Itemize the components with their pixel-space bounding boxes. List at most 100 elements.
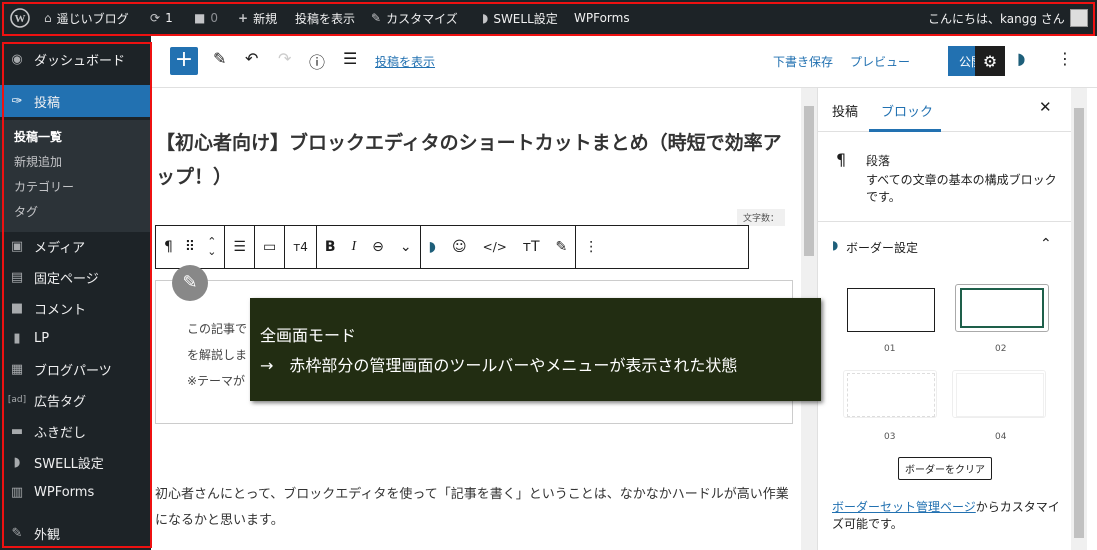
swell-bird-icon[interactable]: ◗ xyxy=(1017,49,1025,68)
preview-button[interactable]: プレビュー xyxy=(850,53,910,70)
plus-icon: + xyxy=(238,11,249,25)
paragraph-icon[interactable]: ¶ xyxy=(156,239,181,255)
redo-icon[interactable]: ↷ xyxy=(278,49,291,68)
sidebar-item-posts[interactable]: ✑ 投稿 xyxy=(0,85,151,117)
ad-tag-icon: [ad] xyxy=(7,395,27,405)
block-toolbar: ¶ ⠿ ⌃ ⌄ ☰ ▭ ᴛ4 B I ⊖ ⌄ ◗ ☺ </> тT ✎ ⋮ xyxy=(155,225,749,269)
block-name: 段落 xyxy=(866,154,891,168)
balloon-icon: ▬ xyxy=(10,423,24,439)
border-preset-01[interactable] xyxy=(847,288,935,332)
sidebar-item-wpforms[interactable]: ▥ WPForms xyxy=(0,477,151,507)
overlay-line-1: 全画面モード xyxy=(260,326,357,345)
border-preset-label: 03 xyxy=(884,432,896,442)
submenu-add-new[interactable]: 新規追加 xyxy=(14,153,62,170)
emoji-icon[interactable]: ☺ xyxy=(444,239,475,255)
sidebar-item-comments[interactable]: ■ コメント xyxy=(0,293,151,323)
border-preset-04[interactable] xyxy=(952,370,1046,418)
wpforms-icon: ▥ xyxy=(10,484,24,500)
overlay-line-2: → 赤枠部分の管理画面のツールバーやメニューが表示された状態 xyxy=(260,356,738,375)
sidebar-item-swell-settings[interactable]: ◗ SWELL設定 xyxy=(0,447,151,477)
settings-scrollbar[interactable] xyxy=(1071,88,1087,550)
sidebar-item-pages[interactable]: ▤ 固定ページ xyxy=(0,262,151,292)
sidebar-item-media[interactable]: ▣ メディア xyxy=(0,231,151,261)
box-line-1: この記事で xyxy=(187,322,248,336)
device-visibility-icon[interactable]: ▭ xyxy=(255,239,284,255)
border-manage-link[interactable]: ボーダーセット管理ページ xyxy=(832,500,976,514)
border-preset-label: 02 xyxy=(995,344,1007,354)
align-left-icon[interactable]: ☰ xyxy=(225,239,254,255)
swell-format-group: ◗ ☺ </> тT ✎ xyxy=(421,226,577,268)
wordpress-logo-icon[interactable]: W xyxy=(10,0,30,36)
wpforms-adminbar-link[interactable]: WPForms xyxy=(574,0,630,36)
swell-bird-icon[interactable]: ◗ xyxy=(421,239,444,255)
text-style-icon[interactable]: тT xyxy=(515,239,548,255)
view-post-adminbar-link[interactable]: 投稿を表示 xyxy=(295,0,355,36)
post-title[interactable]: 【初心者向け】ブロックエディタのショートカットまとめ（時短で効率アップ！） xyxy=(156,126,796,194)
new-content-link[interactable]: + 新規 xyxy=(238,0,277,36)
drag-handle-icon[interactable]: ⠿ xyxy=(181,239,199,255)
info-icon[interactable]: ⓘ xyxy=(309,49,325,73)
chevron-up-icon[interactable]: ⌃ xyxy=(1040,236,1052,252)
updates-link[interactable]: ⟳ 1 xyxy=(150,0,173,36)
view-post-link[interactable]: 投稿を表示 xyxy=(375,53,435,70)
move-up-down-icon[interactable]: ⌃ ⌄ xyxy=(199,236,224,257)
dashboard-icon: ◉ xyxy=(11,51,23,67)
link-icon[interactable]: ⊖ xyxy=(364,239,392,255)
device-group: ▭ xyxy=(255,226,286,268)
swell-bird-icon: ◗ xyxy=(482,11,489,25)
sidebar-item-dashboard[interactable]: ◉ ダッシュボード xyxy=(0,44,151,74)
add-block-button[interactable]: + xyxy=(170,47,198,75)
settings-sidebar: 投稿 ブロック ✕ ¶ 段落 すべての文章の基本の構成ブロックです。 ◗ ボーダ… xyxy=(817,88,1072,550)
swell-bird-icon: ◗ xyxy=(832,238,839,252)
undo-icon[interactable]: ↶ xyxy=(245,49,258,68)
swell-settings-adminbar-link[interactable]: ◗ SWELL設定 xyxy=(482,0,558,36)
list-view-icon[interactable]: ☰ xyxy=(343,49,357,68)
tab-block[interactable]: ブロック xyxy=(881,101,933,120)
chevron-down-icon[interactable]: ⌄ xyxy=(392,239,420,255)
submenu-all-posts[interactable]: 投稿一覧 xyxy=(14,128,62,145)
box-line-2: を解説しま xyxy=(187,348,248,362)
tab-post[interactable]: 投稿 xyxy=(832,101,858,120)
sidebar-item-ad-tag[interactable]: [ad] 広告タグ xyxy=(0,385,151,415)
admin-bar: W ⌂ 遥じいブログ ⟳ 1 ■ 0 + 新規 投稿を表示 ✎ カスタマイズ ◗… xyxy=(0,0,1097,36)
clear-border-button[interactable]: ボーダーをクリア xyxy=(898,457,992,480)
sidebar-item-balloon[interactable]: ▬ ふきだし xyxy=(0,416,151,446)
brush-icon: ✎ xyxy=(371,11,382,25)
swell-icon: ◗ xyxy=(13,454,21,470)
paragraph-icon: ¶ xyxy=(836,150,847,169)
annotation-overlay: 全画面モード → 赤枠部分の管理画面のツールバーやメニューが表示された状態 xyxy=(250,298,821,401)
more-options-icon[interactable]: ⋮ xyxy=(576,239,606,255)
close-icon[interactable]: ✕ xyxy=(1039,98,1052,116)
customize-link[interactable]: ✎ カスタマイズ xyxy=(371,0,458,36)
editor-header: + ✎ ↶ ↷ ⓘ ☰ 投稿を表示 下書き保存 プレビュー 公開 ⚙ ◗ ⋮ xyxy=(151,36,1097,88)
appearance-icon: ✎ xyxy=(11,525,23,541)
sidebar-item-lp[interactable]: ▮ LP xyxy=(0,323,151,353)
site-name-link[interactable]: ⌂ 遥じいブログ xyxy=(44,0,129,36)
bold-icon[interactable]: B xyxy=(317,239,344,255)
admin-sidebar: ◉ ダッシュボード ✑ 投稿 投稿一覧 新規追加 カテゴリー タグ ▣ メディア… xyxy=(0,36,151,550)
settings-gear-icon[interactable]: ⚙ xyxy=(975,46,1005,76)
font-size-icon[interactable]: ᴛ4 xyxy=(285,240,316,254)
sidebar-item-appearance[interactable]: ✎ 外観 xyxy=(0,518,151,548)
submenu-tags[interactable]: タグ xyxy=(14,203,38,220)
border-preset-03[interactable] xyxy=(843,370,937,418)
account-menu[interactable]: こんにちは、kangg さん xyxy=(928,0,1088,36)
highlighter-icon[interactable]: ✎ xyxy=(548,239,576,255)
font-size-group: ᴛ4 xyxy=(285,226,317,268)
italic-icon[interactable]: I xyxy=(344,239,365,255)
code-icon[interactable]: </> xyxy=(475,240,515,254)
block-type-group: ¶ ⠿ ⌃ ⌄ xyxy=(156,226,226,268)
border-preset-02[interactable] xyxy=(955,284,1049,332)
comments-link[interactable]: ■ 0 xyxy=(194,0,218,36)
submenu-categories[interactable]: カテゴリー xyxy=(14,178,74,195)
intro-paragraph[interactable]: 初心者さんにとって、ブロックエディタを使って「記事を書く」ということは、なかなか… xyxy=(155,482,795,534)
pencil-icon[interactable]: ✎ xyxy=(213,49,226,68)
lp-icon: ▮ xyxy=(13,330,21,346)
media-icon: ▣ xyxy=(10,238,24,254)
more-options-icon[interactable]: ⋮ xyxy=(1057,49,1073,68)
save-draft-button[interactable]: 下書き保存 xyxy=(773,53,833,70)
border-preset-label: 01 xyxy=(884,344,896,354)
avatar xyxy=(1069,9,1088,27)
pages-icon: ▤ xyxy=(10,269,24,285)
sidebar-item-blog-parts[interactable]: ▦ ブログパーツ xyxy=(0,354,151,384)
